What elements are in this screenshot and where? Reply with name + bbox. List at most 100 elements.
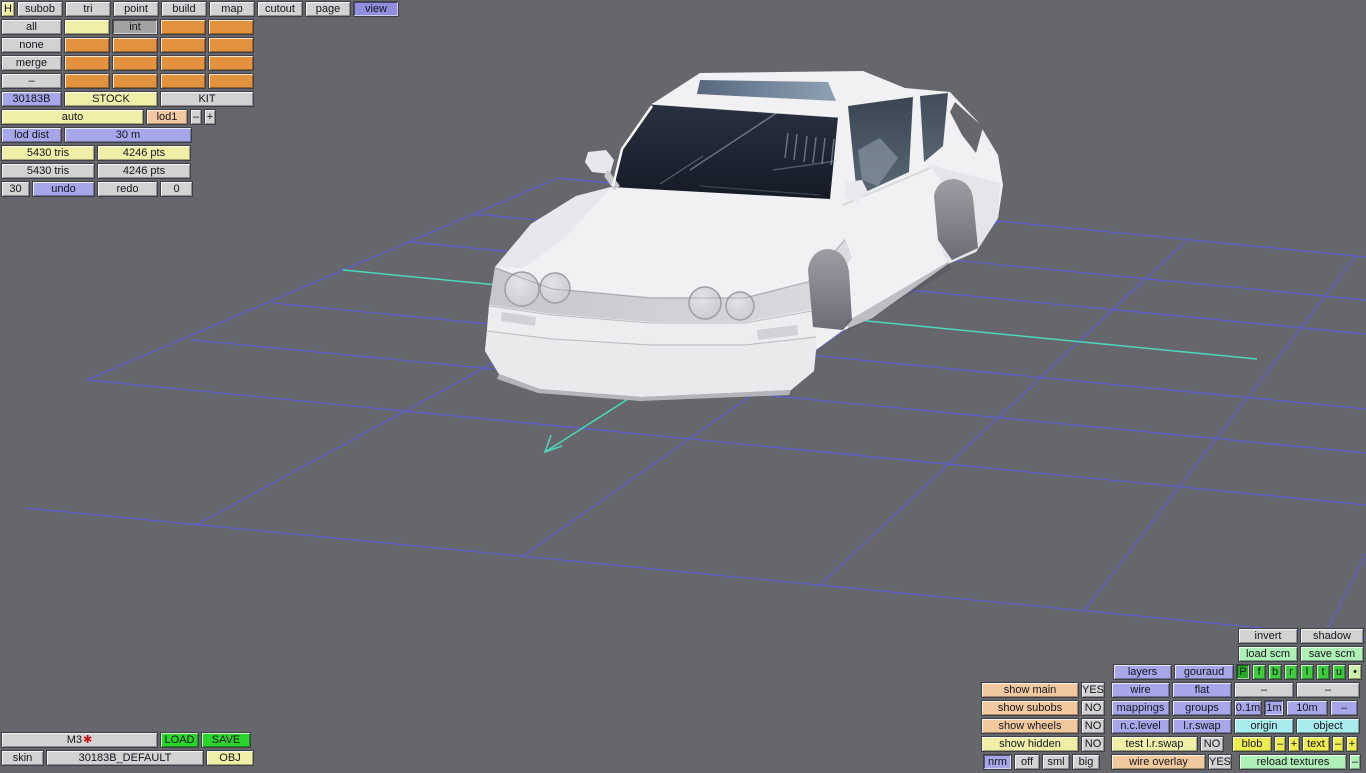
- grid-10m-button[interactable]: 10m: [1286, 700, 1328, 716]
- show-hidden-button[interactable]: show hidden: [981, 736, 1079, 752]
- load-scm-button[interactable]: load scm: [1238, 646, 1298, 662]
- proj-l-button[interactable]: l: [1300, 664, 1314, 680]
- model-name-button[interactable]: M3 ✱: [1, 732, 158, 748]
- proj-dot-button[interactable]: •: [1348, 664, 1362, 680]
- test-lrswap-toggle[interactable]: NO: [1200, 736, 1224, 752]
- tab-subob[interactable]: subob: [17, 1, 63, 17]
- subobj-cell[interactable]: [64, 55, 110, 71]
- blob-plus-button[interactable]: +: [1288, 736, 1300, 752]
- lod-plus-button[interactable]: +: [204, 109, 216, 125]
- subobj-cell[interactable]: [208, 55, 254, 71]
- lod-dist-value[interactable]: 30 m: [64, 127, 192, 143]
- show-main-button[interactable]: show main: [981, 682, 1079, 698]
- flat-button[interactable]: flat: [1172, 682, 1232, 698]
- subobj-cell-active[interactable]: [64, 19, 110, 35]
- model-file-row: M3 ✱ LOAD SAVE: [1, 732, 251, 748]
- nclevel-button[interactable]: n.c.level: [1111, 718, 1170, 734]
- show-wheels-toggle[interactable]: NO: [1081, 718, 1105, 734]
- tab-cutout[interactable]: cutout: [257, 1, 303, 17]
- subobj-cell[interactable]: [160, 37, 206, 53]
- text-plus-button[interactable]: +: [1346, 736, 1358, 752]
- dash-button[interactable]: –: [1, 73, 62, 89]
- grid-01m-button[interactable]: 0.1m: [1234, 700, 1262, 716]
- show-subobs-button[interactable]: show subobs: [981, 700, 1079, 716]
- save-scm-button[interactable]: save scm: [1300, 646, 1364, 662]
- text-button[interactable]: text: [1302, 736, 1330, 752]
- show-wheels-button[interactable]: show wheels: [981, 718, 1079, 734]
- subobj-cell[interactable]: [112, 55, 158, 71]
- layers-button[interactable]: layers: [1113, 664, 1172, 680]
- lod-auto-button[interactable]: auto: [1, 109, 144, 125]
- dash1-button[interactable]: –: [1234, 682, 1294, 698]
- proj-u-button[interactable]: u: [1332, 664, 1346, 680]
- subobj-cell[interactable]: [112, 37, 158, 53]
- subobj-cell[interactable]: [64, 37, 110, 53]
- proj-t-button[interactable]: t: [1316, 664, 1330, 680]
- skin-button[interactable]: skin: [1, 750, 44, 766]
- subobj-row-all: all int: [1, 19, 254, 35]
- subobj-cell[interactable]: [208, 73, 254, 89]
- test-lrswap-button[interactable]: test l.r.swap: [1111, 736, 1198, 752]
- blob-button[interactable]: blob: [1232, 736, 1272, 752]
- subobj-cell[interactable]: [208, 19, 254, 35]
- proj-f-button[interactable]: f: [1252, 664, 1266, 680]
- text-minus-button[interactable]: –: [1332, 736, 1344, 752]
- lod-minus-button[interactable]: –: [190, 109, 202, 125]
- merge-button[interactable]: merge: [1, 55, 62, 71]
- kit-button[interactable]: KIT: [160, 91, 254, 107]
- undo-button[interactable]: undo: [32, 181, 95, 197]
- stock-button[interactable]: STOCK: [64, 91, 158, 107]
- skin-name-button[interactable]: 30183B_DEFAULT: [46, 750, 204, 766]
- tab-build[interactable]: build: [161, 1, 207, 17]
- select-all-button[interactable]: all: [1, 19, 62, 35]
- tab-tri[interactable]: tri: [65, 1, 111, 17]
- gouraud-button[interactable]: gouraud: [1174, 664, 1234, 680]
- lrswap-button[interactable]: l.r.swap: [1172, 718, 1232, 734]
- redo-button[interactable]: redo: [97, 181, 158, 197]
- tab-map[interactable]: map: [209, 1, 255, 17]
- tab-point[interactable]: point: [113, 1, 159, 17]
- grid-1m-button[interactable]: 1m: [1264, 700, 1284, 716]
- groups-button[interactable]: groups: [1172, 700, 1232, 716]
- show-subobs-toggle[interactable]: NO: [1081, 700, 1105, 716]
- subobj-cell[interactable]: [208, 37, 254, 53]
- wire-button[interactable]: wire: [1111, 682, 1170, 698]
- tris-selected: 5430 tris: [1, 145, 95, 161]
- subobj-cell[interactable]: [64, 73, 110, 89]
- tab-h[interactable]: H: [1, 1, 15, 17]
- tab-view[interactable]: view: [353, 1, 399, 17]
- pts-total: 4246 pts: [97, 163, 191, 179]
- proj-p-button[interactable]: P: [1236, 664, 1250, 680]
- pts-selected: 4246 pts: [97, 145, 191, 161]
- lod1-button[interactable]: lod1: [146, 109, 188, 125]
- mappings-button[interactable]: mappings: [1111, 700, 1170, 716]
- shadow-button[interactable]: shadow: [1300, 628, 1364, 644]
- show-hidden-row: show hidden NO test l.r.swap NO blob – +…: [981, 736, 1358, 752]
- subobj-cell[interactable]: [160, 73, 206, 89]
- subobj-cell-int[interactable]: int: [112, 19, 158, 35]
- show-main-toggle[interactable]: YES: [1081, 682, 1105, 698]
- dash2-button[interactable]: –: [1296, 682, 1360, 698]
- lod-dist-label[interactable]: lod dist: [1, 127, 62, 143]
- subobj-cell[interactable]: [160, 55, 206, 71]
- car-windshield: [611, 104, 838, 199]
- modified-star-icon: ✱: [83, 734, 93, 746]
- proj-b-button[interactable]: b: [1268, 664, 1282, 680]
- invert-button[interactable]: invert: [1238, 628, 1298, 644]
- subobj-cell[interactable]: [112, 73, 158, 89]
- tab-page[interactable]: page: [305, 1, 351, 17]
- subobj-cell[interactable]: [160, 19, 206, 35]
- grid-dash-button[interactable]: –: [1330, 700, 1358, 716]
- obj-button[interactable]: OBJ: [206, 750, 254, 766]
- select-none-button[interactable]: none: [1, 37, 62, 53]
- origin-button[interactable]: origin: [1234, 718, 1294, 734]
- proj-r-button[interactable]: r: [1284, 664, 1298, 680]
- save-button[interactable]: SAVE: [201, 732, 251, 748]
- show-subobs-row: show subobs NO mappings groups 0.1m 1m 1…: [981, 700, 1358, 716]
- show-hidden-toggle[interactable]: NO: [1081, 736, 1105, 752]
- load-button[interactable]: LOAD: [160, 732, 199, 748]
- object-button[interactable]: object: [1296, 718, 1360, 734]
- model-id-button[interactable]: 30183B: [1, 91, 62, 107]
- blob-minus-button[interactable]: –: [1274, 736, 1286, 752]
- invert-shadow-row: invert shadow: [1238, 628, 1364, 644]
